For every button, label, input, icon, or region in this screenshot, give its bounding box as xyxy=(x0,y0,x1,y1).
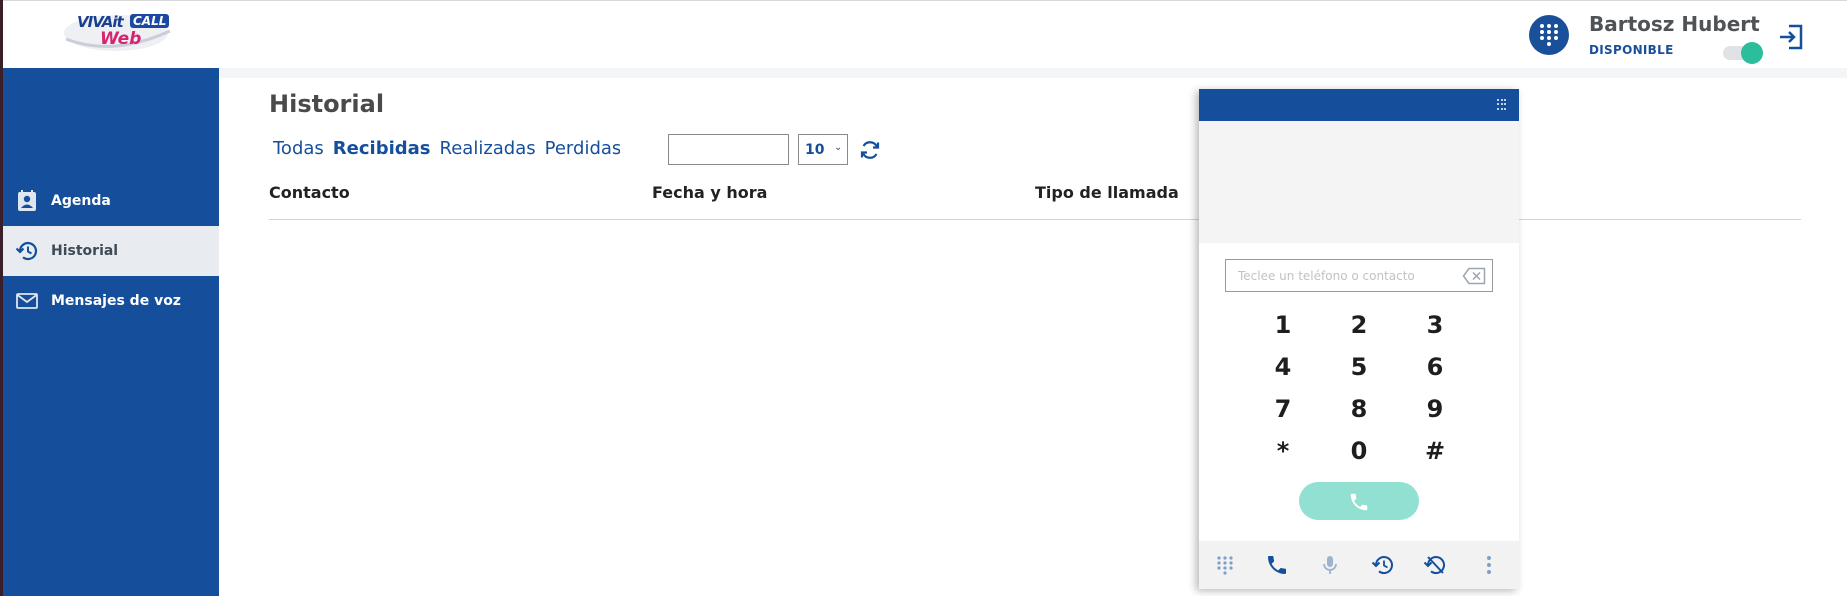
logo-call-text: CALL xyxy=(130,14,170,28)
search-input[interactable] xyxy=(668,134,789,165)
refresh-button[interactable] xyxy=(858,138,882,162)
key-5[interactable]: 5 xyxy=(1321,346,1397,388)
phone-number-field xyxy=(1225,259,1493,292)
dialer-footer-toolbar xyxy=(1199,541,1519,589)
dialer-display-area xyxy=(1199,121,1519,243)
keypad-icon xyxy=(1217,556,1233,575)
microphone-button[interactable] xyxy=(1318,553,1342,577)
backspace-icon[interactable] xyxy=(1462,267,1486,285)
call-history-button[interactable] xyxy=(1371,553,1395,577)
availability-toggle[interactable] xyxy=(1723,42,1763,64)
app-logo: VIVAit CALL Web xyxy=(58,9,178,55)
app-window: { "header": { "logo": { "brand": "VIVAit… xyxy=(0,0,1847,596)
key-6[interactable]: 6 xyxy=(1397,346,1473,388)
page-title: Historial xyxy=(269,90,385,118)
phone-icon xyxy=(1350,493,1368,511)
chevron-down-icon: ⌄ xyxy=(834,142,843,153)
user-status-label: DISPONIBLE xyxy=(1589,43,1674,57)
content-top-strip xyxy=(219,68,1847,78)
tab-perdidas[interactable]: Perdidas xyxy=(545,138,620,159)
phone-icon xyxy=(1268,556,1286,574)
logout-button[interactable] xyxy=(1777,23,1805,51)
column-header-tipo-de-llamada[interactable]: Tipo de llamada xyxy=(1035,183,1179,202)
key-8[interactable]: 8 xyxy=(1321,388,1397,430)
toggle-knob xyxy=(1741,42,1763,64)
call-history-icon xyxy=(1371,556,1393,575)
call-button[interactable] xyxy=(1299,482,1419,520)
key-star[interactable]: * xyxy=(1245,430,1321,472)
history-filter-tabs: Todas Recibidas Realizadas Perdidas xyxy=(273,138,620,162)
column-header-contacto[interactable]: Contacto xyxy=(269,183,350,202)
sidebar-item-label: Agenda xyxy=(51,193,111,209)
logo-web-text: Web xyxy=(100,29,142,49)
phone-button[interactable] xyxy=(1265,553,1289,577)
tab-recibidas[interactable]: Recibidas xyxy=(333,138,431,159)
mail-icon xyxy=(16,293,38,309)
dialpad-toggle-button[interactable] xyxy=(1529,15,1569,55)
user-name: Bartosz Hubert xyxy=(1589,12,1760,36)
microphone-icon xyxy=(1323,556,1337,574)
key-2[interactable]: 2 xyxy=(1321,304,1397,346)
key-4[interactable]: 4 xyxy=(1245,346,1321,388)
dialer-drag-bar[interactable] xyxy=(1199,89,1519,121)
drag-handle-icon xyxy=(1497,99,1507,111)
key-9[interactable]: 9 xyxy=(1397,388,1473,430)
more-vertical-icon xyxy=(1487,556,1491,574)
refresh-icon xyxy=(860,141,880,159)
key-3[interactable]: 3 xyxy=(1397,304,1473,346)
sidebar-item-label: Historial xyxy=(51,243,119,259)
top-header: VIVAit CALL Web Bartosz Hubert DISPONIBL… xyxy=(3,0,1847,68)
key-7[interactable]: 7 xyxy=(1245,388,1321,430)
more-options-button[interactable] xyxy=(1477,553,1501,577)
sidebar-item-historial[interactable]: Historial xyxy=(3,226,219,276)
keypad-button[interactable] xyxy=(1213,553,1237,577)
logout-icon xyxy=(1780,24,1803,50)
key-1[interactable]: 1 xyxy=(1245,304,1321,346)
sidebar-item-mensajes-de-voz[interactable]: Mensajes de voz xyxy=(3,276,219,326)
contact-book-icon xyxy=(18,190,36,211)
tab-realizadas[interactable]: Realizadas xyxy=(440,138,536,159)
sidebar: Agenda Historial Mensajes de voz xyxy=(3,68,219,596)
sidebar-item-agenda[interactable]: Agenda xyxy=(3,176,219,226)
dialer-panel: 1 2 3 4 5 6 7 8 9 * 0 # xyxy=(1199,89,1519,589)
page-size-select[interactable]: 10 ⌄ xyxy=(798,134,848,165)
dialpad-icon xyxy=(1539,24,1559,46)
history-icon xyxy=(15,242,38,261)
page-size-value: 10 xyxy=(805,142,825,158)
table-header-divider xyxy=(269,219,1801,220)
key-hash[interactable]: # xyxy=(1397,430,1473,472)
do-not-disturb-button[interactable] xyxy=(1423,553,1447,577)
column-header-fecha-y-hora[interactable]: Fecha y hora xyxy=(652,183,767,202)
phone-number-input[interactable] xyxy=(1226,260,1456,291)
sidebar-item-label: Mensajes de voz xyxy=(51,293,181,309)
key-0[interactable]: 0 xyxy=(1321,430,1397,472)
tab-todas[interactable]: Todas xyxy=(273,138,324,159)
dialer-keypad: 1 2 3 4 5 6 7 8 9 * 0 # xyxy=(1245,304,1473,472)
do-not-disturb-icon xyxy=(1423,556,1445,575)
